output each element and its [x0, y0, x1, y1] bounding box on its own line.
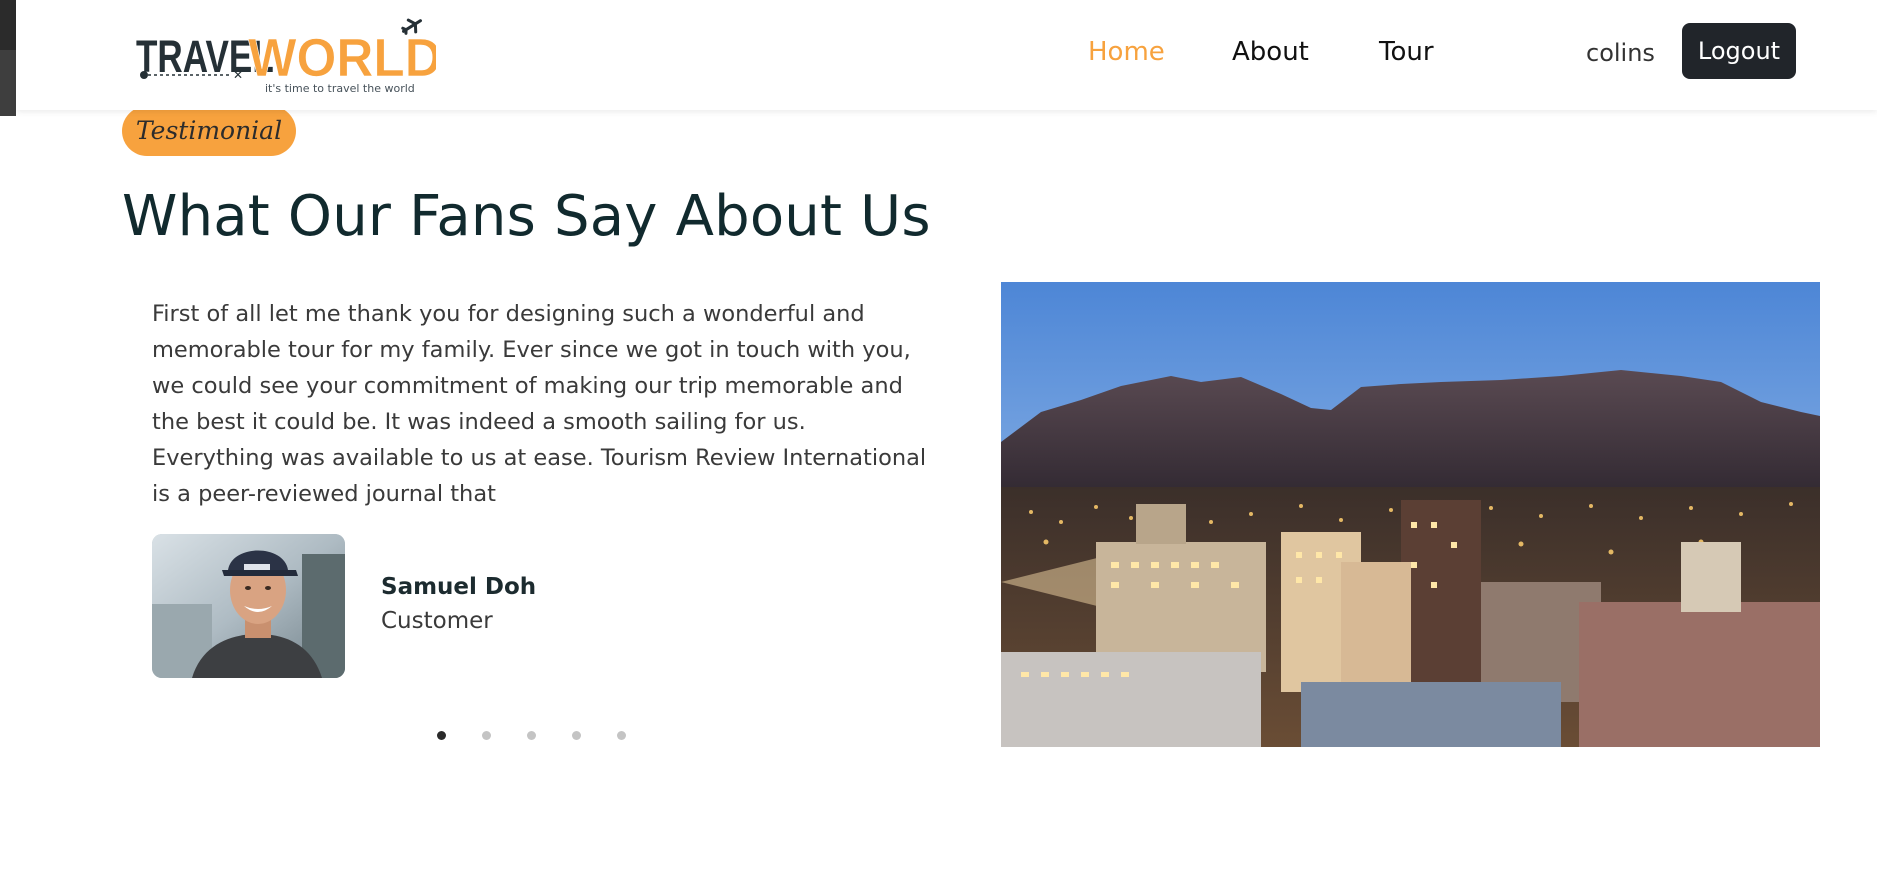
- author-name: Samuel Doh: [381, 574, 537, 600]
- section-subtitle-badge: Testimonial: [122, 106, 296, 156]
- section-title: What Our Fans Say About Us: [122, 184, 931, 249]
- customer-avatar: [152, 534, 345, 678]
- username-label: colins: [1586, 39, 1655, 67]
- svg-text:it's time to travel the world: it's time to travel the world: [265, 82, 415, 95]
- page: TRAVEL WORLD ✕ it's time to travel the w…: [0, 0, 1877, 881]
- city-night-skyline-image: [1001, 282, 1820, 747]
- author-role: Customer: [381, 608, 493, 634]
- testimonial-quote: First of all let me thank you for design…: [152, 301, 927, 507]
- nav-tour-link[interactable]: Tour: [1379, 34, 1434, 70]
- carousel-dot-2[interactable]: [482, 731, 491, 740]
- carousel-dot-1[interactable]: [437, 731, 446, 740]
- carousel-dot-4[interactable]: [572, 731, 581, 740]
- site-header: TRAVEL WORLD ✕ it's time to travel the w…: [16, 0, 1877, 110]
- carousel-dot-3[interactable]: [527, 731, 536, 740]
- nav-home-link[interactable]: Home: [1088, 34, 1165, 70]
- carousel-dot-5[interactable]: [617, 731, 626, 740]
- window-edge: [0, 0, 16, 116]
- logout-button[interactable]: Logout: [1682, 23, 1796, 79]
- nav-about-link[interactable]: About: [1232, 34, 1309, 70]
